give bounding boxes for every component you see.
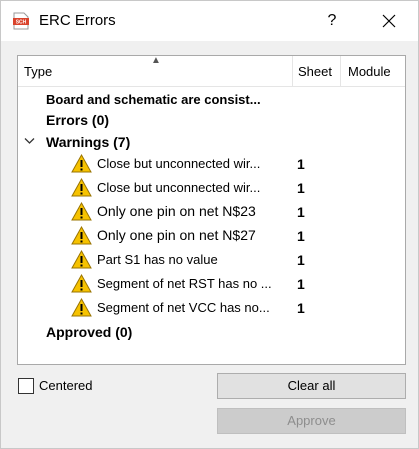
title-bar: SCH ERC Errors ? — [1, 1, 418, 41]
sheet-number: 1 — [297, 276, 305, 292]
warning-message: Only one pin on net N$27 — [97, 227, 256, 243]
row-label: Board and schematic are consist... — [46, 92, 261, 107]
row-label: Warnings (7) — [46, 134, 131, 150]
warning-icon — [71, 274, 92, 293]
tree-row-consistent[interactable]: Board and schematic are consist... — [18, 89, 405, 111]
warning-row[interactable]: Only one pin on net N$23 1 — [18, 201, 405, 223]
tree-row-approved[interactable]: Approved (0) — [18, 321, 405, 343]
warning-row[interactable]: Close but unconnected wir... 1 — [18, 153, 405, 175]
warning-row[interactable]: Segment of net RST has no ... 1 — [18, 273, 405, 295]
warning-icon — [71, 226, 92, 245]
row-label: Approved (0) — [46, 324, 133, 340]
warning-message: Close but unconnected wir... — [97, 180, 261, 195]
clear-all-button[interactable]: Clear all — [217, 373, 406, 399]
warning-message: Segment of net VCC has no... — [97, 300, 270, 315]
column-type-header[interactable]: Type — [24, 64, 52, 79]
approve-button[interactable]: Approve — [217, 408, 406, 434]
warning-message: Only one pin on net N$23 — [97, 203, 256, 219]
erc-errors-dialog: SCH ERC Errors ? ▲ Type Sheet Module Boa… — [0, 0, 419, 449]
warning-icon — [71, 178, 92, 197]
warning-row[interactable]: Part S1 has no value 1 — [18, 249, 405, 271]
warning-icon — [71, 298, 92, 317]
sheet-number: 1 — [297, 156, 305, 172]
warning-icon — [71, 154, 92, 173]
row-label: Errors (0) — [46, 112, 110, 128]
warning-row[interactable]: Close but unconnected wir... 1 — [18, 177, 405, 199]
chevron-down-icon[interactable] — [24, 137, 35, 145]
erc-tree-view[interactable]: ▲ Type Sheet Module Board and schematic … — [17, 55, 406, 365]
close-button[interactable] — [371, 7, 407, 35]
help-button[interactable]: ? — [317, 7, 347, 35]
tree-row-warnings[interactable]: Warnings (7) — [18, 131, 405, 153]
warning-message: Close but unconnected wir... — [97, 156, 261, 171]
sheet-number: 1 — [297, 252, 305, 268]
schematic-app-icon: SCH — [13, 12, 29, 30]
warning-message: Part S1 has no value — [97, 252, 218, 267]
sort-up-icon: ▲ — [151, 55, 161, 66]
sheet-number: 1 — [297, 228, 305, 244]
warning-message: Segment of net RST has no ... — [97, 276, 272, 291]
centered-label: Centered — [39, 378, 93, 393]
tree-row-errors[interactable]: Errors (0) — [18, 109, 405, 131]
svg-text:SCH: SCH — [16, 20, 27, 26]
sheet-number: 1 — [297, 180, 305, 196]
close-icon — [382, 14, 396, 28]
window-title: ERC Errors — [39, 12, 116, 29]
column-module-header[interactable]: Module — [348, 64, 391, 79]
warning-icon — [71, 250, 92, 269]
warning-row[interactable]: Only one pin on net N$27 1 — [18, 225, 405, 247]
warning-icon — [71, 202, 92, 221]
sheet-number: 1 — [297, 204, 305, 220]
sheet-number: 1 — [297, 300, 305, 316]
centered-checkbox[interactable] — [18, 378, 34, 394]
column-sheet-header[interactable]: Sheet — [298, 64, 332, 79]
warning-row[interactable]: Segment of net VCC has no... 1 — [18, 297, 405, 319]
tree-header: ▲ Type Sheet Module — [18, 55, 405, 87]
